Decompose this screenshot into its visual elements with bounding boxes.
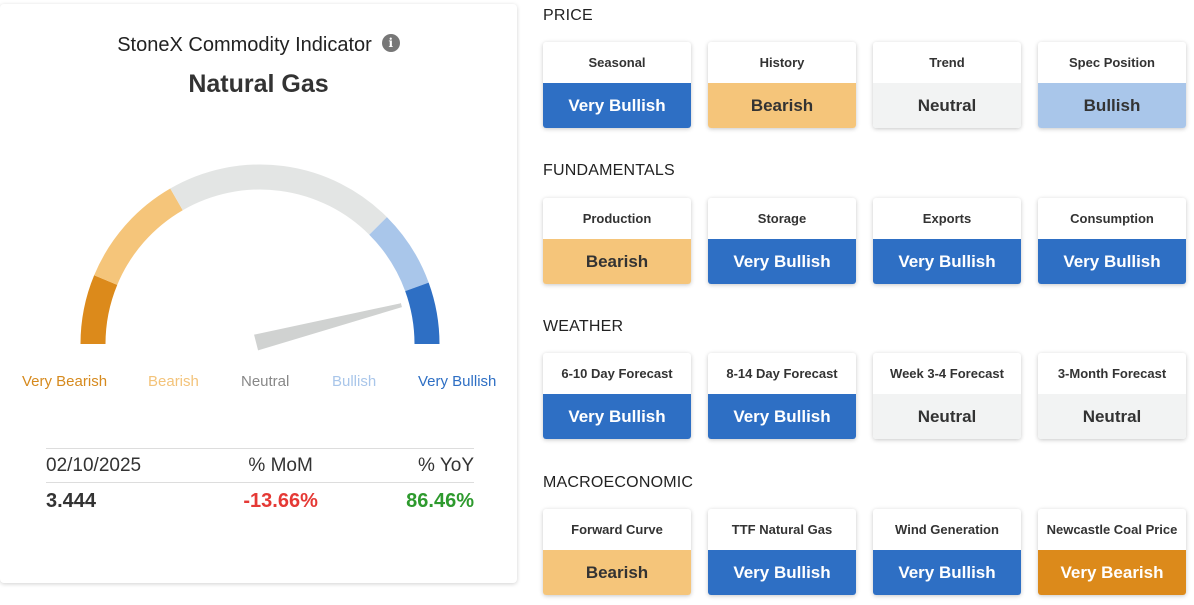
stats-price: 3.444 [46, 489, 97, 512]
tile-status: Bullish [1038, 83, 1186, 128]
tile-status: Very Bullish [543, 83, 691, 128]
tile-forward-curve[interactable]: Forward Curve Bearish [543, 509, 691, 595]
tile-status: Bearish [708, 83, 856, 128]
tile-label: Seasonal [588, 54, 646, 70]
commodity-name: Natural Gas [188, 70, 329, 98]
tile-label: 8-14 Day Forecast [726, 365, 838, 381]
tile-6-10-day-forecast[interactable]: 6-10 Day Forecast Very Bullish [543, 353, 691, 439]
tile-status: Bearish [543, 550, 691, 595]
tile-storage[interactable]: Storage Very Bullish [708, 198, 856, 284]
tile-spec-position[interactable]: Spec Position Bullish [1038, 42, 1186, 128]
stats-yoy-value: 86.46% [406, 489, 475, 512]
tile-status: Very Bullish [708, 394, 856, 439]
gauge-label-bearish: Bearish [148, 373, 199, 390]
tile-status: Very Bullish [708, 550, 856, 595]
tile-label: TTF Natural Gas [731, 521, 833, 537]
tile-status: Neutral [873, 394, 1021, 439]
tile-label: Forward Curve [571, 521, 663, 537]
indicator-title: StoneX Commodity Indicator [117, 34, 372, 56]
stats-mom-value: -13.66% [243, 489, 318, 512]
tile-label: 6-10 Day Forecast [561, 365, 673, 381]
indicator-title-row: StoneX Commodity Indicator i [0, 34, 517, 57]
tile-status: Neutral [1038, 394, 1186, 439]
stats-values-row: 3.444 -13.66% 86.46% [46, 483, 474, 519]
tile-status: Very Bullish [1038, 239, 1186, 284]
stats-yoy-header: % YoY [418, 454, 475, 476]
stats-date: 02/10/2025 [46, 454, 142, 476]
gauge-segment-very-bullish [405, 282, 440, 345]
tile-newcastle-coal-price[interactable]: Newcastle Coal Price Very Bearish [1038, 509, 1186, 595]
price-stats-table: 02/10/2025 % MoM % YoY 3.444 -13.66% 86.… [46, 448, 474, 519]
gauge-label-very-bearish: Very Bearish [22, 373, 108, 390]
tile-seasonal[interactable]: Seasonal Very Bullish [543, 42, 691, 128]
tile-status: Very Bullish [543, 394, 691, 439]
section-title-macroeconomic: MACROECONOMIC [543, 474, 694, 491]
gauge-segment-neutral [170, 164, 387, 235]
tile-8-14-day-forecast[interactable]: 8-14 Day Forecast Very Bullish [708, 353, 856, 439]
tile-consumption[interactable]: Consumption Very Bullish [1038, 198, 1186, 284]
section-title-price: PRICE [543, 7, 593, 24]
stats-header-row: 02/10/2025 % MoM % YoY [46, 448, 474, 483]
gauge-labels: Very Bearish Bearish Neutral Bullish Ver… [0, 373, 517, 393]
section-title-weather: WEATHER [543, 318, 624, 335]
tile-status: Neutral [873, 83, 1021, 128]
tile-status: Very Bullish [708, 239, 856, 284]
tile-label: Newcastle Coal Price [1046, 521, 1178, 537]
gauge-segment-bullish [369, 217, 429, 292]
info-icon[interactable]: i [381, 34, 400, 52]
sentiment-gauge [80, 164, 440, 351]
tile-exports[interactable]: Exports Very Bullish [873, 198, 1021, 284]
indicator-card: StoneX Commodity Indicator i Natural Gas … [0, 4, 517, 583]
tile-label: Wind Generation [895, 521, 999, 537]
tile-status: Very Bullish [873, 550, 1021, 595]
tile-production[interactable]: Production Bearish [543, 198, 691, 284]
tile-label: Week 3-4 Forecast [890, 365, 1004, 381]
tile-label: 3-Month Forecast [1057, 365, 1167, 381]
tile-label: Storage [757, 210, 807, 226]
tile-status: Bearish [543, 239, 691, 284]
tile-label: Consumption [1070, 210, 1154, 226]
tile-wind-generation[interactable]: Wind Generation Very Bullish [873, 509, 1021, 595]
stats-mom-header: % MoM [248, 454, 313, 476]
tile-trend[interactable]: Trend Neutral [873, 42, 1021, 128]
tile-label: Trend [929, 54, 965, 70]
tile-history[interactable]: History Bearish [708, 42, 856, 128]
tile-week-3-4-forecast[interactable]: Week 3-4 Forecast Neutral [873, 353, 1021, 439]
tile-ttf-natural-gas[interactable]: TTF Natural Gas Very Bullish [708, 509, 856, 595]
tile-label: Exports [922, 210, 972, 226]
gauge-segment-bearish [94, 188, 183, 286]
tile-3-month-forecast[interactable]: 3-Month Forecast Neutral [1038, 353, 1186, 439]
tile-status: Very Bearish [1038, 550, 1186, 595]
section-title-fundamentals: FUNDAMENTALS [543, 162, 675, 179]
gauge-segment-very-bearish [80, 275, 118, 345]
gauge-label-very-bullish: Very Bullish [418, 373, 497, 390]
gauge-label-neutral: Neutral [241, 373, 290, 390]
gauge-needle [254, 303, 402, 351]
tile-label: Spec Position [1069, 54, 1155, 70]
tile-label: Production [582, 210, 652, 226]
tile-label: History [759, 54, 805, 70]
tile-status: Very Bullish [873, 239, 1021, 284]
gauge-label-bullish: Bullish [332, 373, 377, 390]
